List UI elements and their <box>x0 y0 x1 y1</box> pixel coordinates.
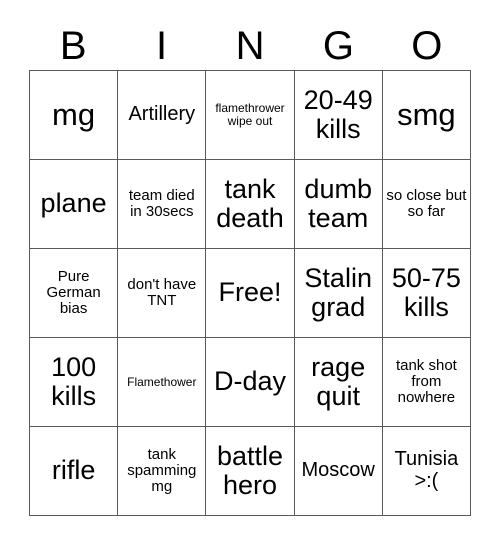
bingo-card: B I N G O mg Artillery flamethrower wipe… <box>0 0 500 544</box>
bingo-cell-o5[interactable]: Tunisia >:( <box>382 427 471 516</box>
bingo-cell-text: tank death <box>216 173 284 233</box>
bingo-cell-text: Artillery <box>128 103 196 126</box>
bingo-cell-i2[interactable]: team died in 30secs <box>118 160 207 249</box>
bingo-cell-b5[interactable]: rifle <box>30 427 119 516</box>
bingo-cell-n3-free[interactable]: Free! <box>206 249 295 338</box>
bingo-cell-n4[interactable]: D-day <box>206 338 295 427</box>
bingo-cell-g1[interactable]: 20-49 kills <box>294 71 383 160</box>
bingo-cell-text: so close but so far <box>386 186 467 220</box>
bingo-cell-text: smg <box>397 97 456 133</box>
bingo-cell-text: Free! <box>218 277 282 308</box>
bingo-header-letter-i: I <box>156 24 168 68</box>
bingo-header-letter-b: B <box>59 24 87 68</box>
bingo-cell-text: D-day <box>213 366 286 397</box>
bingo-cell-text: 50-75 kills <box>391 262 461 322</box>
bingo-header-row: B I N G O <box>29 22 471 70</box>
bingo-cell-g5[interactable]: Moscow <box>294 427 383 516</box>
bingo-cell-n5[interactable]: battle hero <box>206 427 295 516</box>
bingo-cell-text: tank spamming mg <box>127 445 197 496</box>
bingo-cell-text: Stalin grad <box>304 262 372 322</box>
bingo-cell-b1[interactable]: mg <box>30 71 119 160</box>
bingo-cell-text: tank shot from nowhere <box>395 356 457 407</box>
bingo-cell-text: 20-49 kills <box>303 84 373 144</box>
bingo-header-letter-n: N <box>235 24 265 68</box>
bingo-cell-text: battle hero <box>216 440 284 500</box>
bingo-cell-i5[interactable]: tank spamming mg <box>118 427 207 516</box>
bingo-cell-text: Pure German bias <box>46 267 101 318</box>
bingo-cell-i3[interactable]: don't have TNT <box>118 249 207 338</box>
bingo-cell-i1[interactable]: Artillery <box>118 71 207 160</box>
bingo-cell-o3[interactable]: 50-75 kills <box>382 249 471 338</box>
bingo-cell-text: Moscow <box>301 459 375 482</box>
bingo-cell-text: flamethrower wipe out <box>215 101 285 128</box>
bingo-cell-text: rage quit <box>311 351 366 411</box>
bingo-cell-b3[interactable]: Pure German bias <box>30 249 119 338</box>
bingo-cell-o4[interactable]: tank shot from nowhere <box>382 338 471 427</box>
bingo-cell-b4[interactable]: 100 kills <box>30 338 119 427</box>
bingo-cell-i4[interactable]: Flamethower <box>118 338 207 427</box>
bingo-cell-g2[interactable]: dumb team <box>294 160 383 249</box>
bingo-cell-text: 100 kills <box>51 351 97 411</box>
bingo-cell-text: rifle <box>51 455 96 486</box>
bingo-cell-n2[interactable]: tank death <box>206 160 295 249</box>
bingo-cell-n1[interactable]: flamethrower wipe out <box>206 71 295 160</box>
bingo-cell-text: team died in 30secs <box>128 186 195 220</box>
bingo-cell-text: mg <box>52 97 96 133</box>
bingo-cell-o2[interactable]: so close but so far <box>382 160 471 249</box>
bingo-header-letter-o: O <box>411 24 443 68</box>
bingo-cell-b2[interactable]: plane <box>30 160 119 249</box>
bingo-cell-o1[interactable]: smg <box>382 71 471 160</box>
bingo-cell-text: don't have TNT <box>127 275 197 309</box>
bingo-grid: mg Artillery flamethrower wipe out 20-49… <box>29 70 471 516</box>
bingo-cell-text: dumb team <box>304 173 372 233</box>
bingo-cell-text: Flamethower <box>127 374 197 389</box>
bingo-cell-g3[interactable]: Stalin grad <box>294 249 383 338</box>
bingo-cell-g4[interactable]: rage quit <box>294 338 383 427</box>
bingo-header-letter-g: G <box>322 24 354 68</box>
bingo-cell-text: Tunisia >:( <box>394 448 459 492</box>
bingo-cell-text: plane <box>40 188 107 219</box>
